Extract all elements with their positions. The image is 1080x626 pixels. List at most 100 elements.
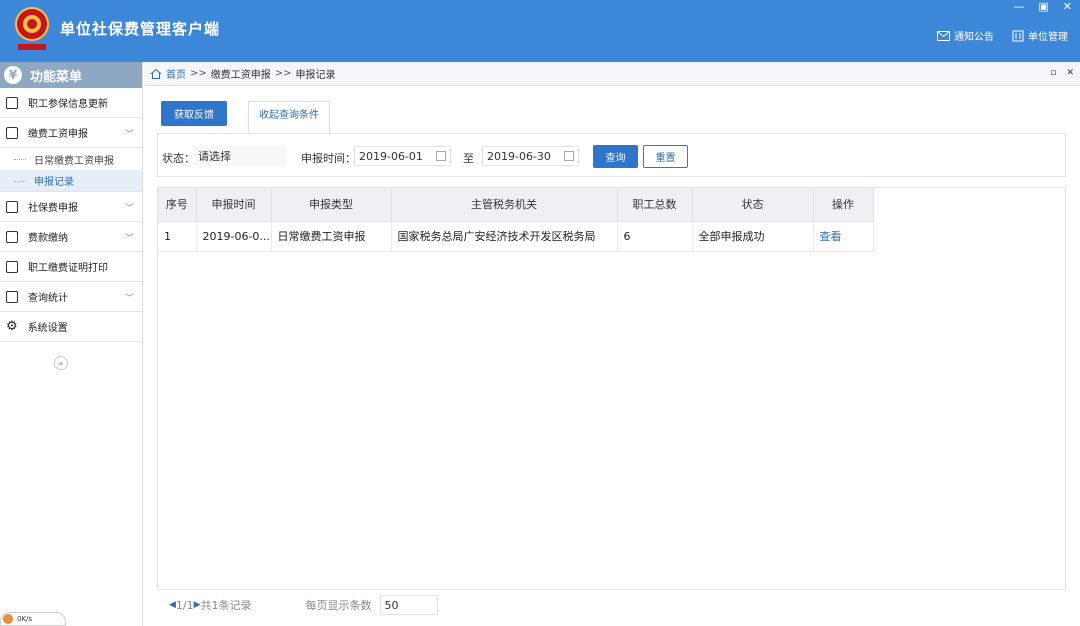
sidebar-subitem-declaration-records[interactable]: 申报记录 [0, 170, 142, 192]
notice-link[interactable]: 通知公告 [937, 28, 994, 43]
status-label: 状态： [162, 152, 195, 165]
collapse-query-tab[interactable]: 收起查询条件 [248, 101, 330, 133]
network-speed-widget: 0K/s [0, 612, 66, 626]
prev-page-icon[interactable]: ◀ [169, 600, 176, 610]
sidebar-item-label: 缴费工资申报 [28, 129, 88, 140]
cell-index: 1 [158, 221, 197, 252]
unit-manage-link-label: 单位管理 [1028, 32, 1068, 43]
cell-tax-authority: 国家税务总局广安经济技术开发区税务局 [391, 221, 618, 252]
next-page-icon[interactable]: ▶ [194, 600, 201, 610]
mail-icon [937, 30, 950, 41]
reset-button[interactable]: 重置 [643, 145, 688, 168]
calendar-icon[interactable] [564, 151, 574, 161]
column-header: 职工总数 [617, 188, 693, 222]
window-controls: — ▣ ✕ [1013, 0, 1072, 13]
network-speed-label: 0K/s [17, 615, 33, 623]
status-select[interactable]: 请选择 [194, 146, 286, 166]
table-row: 1 2019-06-0... 日常缴费工资申报 国家税务总局广安经济技术开发区税… [158, 221, 874, 252]
cell-employee-count: 6 [617, 221, 693, 252]
record-total: 共1条记录 [200, 599, 252, 612]
sidebar: ¥ 功能菜单 职工参保信息更新 缴费工资申报 ﹀ 日常缴费工资申报 申报记录 社… [0, 62, 143, 626]
cell-declaration-time: 2019-06-0... [196, 221, 272, 252]
pagination: ◀ 1/1 ▶ 共1条记录 每页显示条数 50 [157, 591, 1066, 619]
calendar-icon[interactable] [436, 151, 446, 161]
status-select-value: 请选择 [198, 150, 231, 163]
printer-icon [6, 260, 18, 273]
tax-emblem-icon [15, 7, 49, 50]
sidebar-subitem-daily-declaration[interactable]: 日常缴费工资申报 [0, 148, 142, 170]
cell-declaration-type: 日常缴费工资申报 [271, 221, 392, 252]
page-size-value: 50 [384, 598, 399, 612]
chevron-down-icon: ﹀ [124, 130, 134, 140]
close-icon[interactable]: ✕ [1063, 0, 1072, 13]
column-header: 状态 [692, 188, 814, 222]
sidebar-item-label: 查询统计 [28, 293, 68, 304]
minimize-icon[interactable]: — [1013, 0, 1024, 13]
header-links: 通知公告 单位管理 [937, 28, 1068, 43]
sidebar-item-settings[interactable]: ⚙ 系统设置 [0, 312, 142, 342]
form-icon [6, 200, 18, 213]
maximize-icon[interactable]: ▣ [1038, 0, 1048, 13]
sidebar-collapse-button[interactable]: « [54, 356, 68, 370]
breadcrumb-level2: 缴费工资申报 [210, 70, 271, 81]
breadcrumb-separator: >> [190, 68, 207, 79]
sidebar-title-label: 功能菜单 [30, 69, 83, 85]
cell-status: 全部申报成功 [692, 221, 814, 252]
sidebar-item-wage-declaration[interactable]: 缴费工资申报 ﹀ [0, 118, 142, 148]
date-to-value: 2019-06-30 [487, 149, 551, 163]
unit-manage-link[interactable]: 单位管理 [1012, 28, 1068, 43]
date-to-input[interactable]: 2019-06-30 [482, 146, 579, 166]
yen-icon: ¥ [4, 66, 22, 84]
records-table: 序号 申报时间 申报类型 主管税务机关 职工总数 状态 操作 1 2019-06… [157, 187, 1066, 590]
page-size-label: 每页显示条数 [305, 599, 372, 612]
edit-icon [6, 126, 18, 139]
sidebar-item-certificate-print[interactable]: 职工缴费证明打印 [0, 252, 142, 282]
chevron-down-icon: ﹀ [124, 204, 134, 214]
sidebar-item-social-security[interactable]: 社保费申报 ﹀ [0, 192, 142, 222]
column-header: 申报类型 [271, 188, 392, 222]
column-header: 操作 [813, 188, 874, 222]
close-icon[interactable]: ✕ [1066, 68, 1074, 78]
breadcrumb: 首页 >> 缴费工资申报 >> 申报记录 ▫ ✕ [144, 62, 1080, 86]
breadcrumb-home[interactable]: 首页 [166, 66, 186, 81]
app-header: 单位社保费管理客户端 — ▣ ✕ 通知公告 单位管理 [0, 0, 1080, 62]
list-icon [6, 96, 18, 109]
sidebar-item-label: 费款缴纳 [28, 233, 68, 244]
sidebar-title: ¥ 功能菜单 [0, 62, 142, 88]
breadcrumb-level3: 申报记录 [295, 70, 336, 81]
date-to-label: 至 [463, 152, 474, 165]
page-summary: 1/1 [175, 598, 194, 612]
book-icon [6, 230, 18, 243]
chevron-down-icon: ﹀ [124, 234, 134, 244]
sidebar-item-statistics[interactable]: 查询统计 ﹀ [0, 282, 142, 312]
home-icon [150, 68, 162, 79]
notice-link-label: 通知公告 [954, 32, 994, 43]
sidebar-subitem-label: 申报记录 [34, 177, 74, 188]
view-link[interactable]: 查看 [813, 221, 874, 252]
date-from-input[interactable]: 2019-06-01 [354, 146, 451, 166]
sidebar-item-label: 职工缴费证明打印 [28, 263, 108, 274]
page-size-input[interactable]: 50 [379, 595, 438, 615]
column-header: 序号 [158, 188, 197, 222]
sidebar-item-label: 系统设置 [27, 323, 68, 334]
chart-icon [6, 290, 18, 303]
get-feedback-button[interactable]: 获取反馈 [161, 101, 227, 126]
breadcrumb-separator: >> [274, 68, 292, 79]
table-header-row: 序号 申报时间 申报类型 主管税务机关 职工总数 状态 操作 [158, 188, 874, 222]
panel-controls: ▫ ✕ [1050, 68, 1074, 78]
restore-icon[interactable]: ▫ [1050, 68, 1056, 78]
sidebar-item-label: 社保费申报 [28, 203, 78, 214]
sidebar-subitem-label: 日常缴费工资申报 [34, 155, 114, 167]
app-title: 单位社保费管理客户端 [60, 20, 221, 38]
gear-icon: ⚙ [6, 319, 18, 334]
declaration-time-label: 申报时间： [301, 152, 356, 165]
chevron-down-icon: ﹀ [124, 294, 134, 304]
column-header: 申报时间 [196, 188, 272, 222]
sidebar-item-payment[interactable]: 费款缴纳 ﹀ [0, 222, 142, 252]
sidebar-item-employee-info[interactable]: 职工参保信息更新 [0, 88, 142, 118]
sidebar-item-label: 职工参保信息更新 [28, 99, 108, 110]
query-button[interactable]: 查询 [593, 145, 638, 168]
query-filter-panel: 状态： 请选择 申报时间： 2019-06-01 至 2019-06-30 查询… [157, 133, 1066, 177]
network-icon [3, 614, 13, 624]
date-from-value: 2019-06-01 [359, 149, 423, 163]
